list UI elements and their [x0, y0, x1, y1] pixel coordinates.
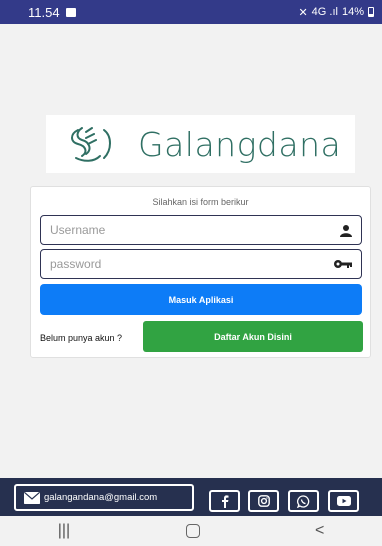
app-logo: Galangdana	[46, 115, 355, 173]
status-bar: 11.54 ✕ 4G .ıl 14%	[0, 0, 382, 24]
battery-level: 14%	[341, 6, 364, 18]
username-input[interactable]	[50, 223, 300, 237]
recent-apps-button[interactable]: |||	[58, 522, 70, 540]
password-field[interactable]	[40, 249, 362, 279]
email-link[interactable]: galangandana@gmail.com	[14, 484, 194, 511]
no-account-label: Belum punya akun ?	[40, 333, 123, 343]
mute-icon: ✕	[298, 6, 308, 19]
password-input[interactable]	[50, 257, 300, 271]
footer: galangandana@gmail.com	[0, 478, 382, 516]
message-icon	[65, 7, 76, 17]
logo-text: Galangdana	[138, 124, 342, 164]
login-button[interactable]: Masuk Aplikasi	[40, 284, 362, 315]
key-icon	[334, 260, 352, 268]
whatsapp-button[interactable]	[288, 490, 319, 512]
instagram-icon	[257, 495, 270, 507]
helping-hands-icon	[71, 127, 111, 162]
youtube-icon	[336, 496, 351, 506]
whatsapp-icon	[297, 494, 310, 508]
back-button[interactable]: <	[315, 522, 324, 540]
status-left: 11.54	[28, 5, 76, 20]
facebook-icon	[221, 494, 228, 508]
instagram-button[interactable]	[248, 490, 279, 512]
youtube-button[interactable]	[328, 490, 359, 512]
user-icon	[340, 224, 352, 237]
status-time: 11.54	[28, 4, 60, 20]
signal-icon: 4G .ıl	[311, 6, 338, 18]
status-right: ✕ 4G .ıl 14%	[298, 6, 374, 19]
android-nav-bar: ||| <	[0, 516, 382, 546]
mail-icon	[24, 491, 40, 504]
email-text: galangandana@gmail.com	[44, 492, 158, 503]
home-button[interactable]	[185, 524, 200, 538]
facebook-button[interactable]	[209, 490, 240, 512]
register-button[interactable]: Daftar Akun Disini	[143, 321, 363, 352]
login-card: Silahkan isi form berikur Masuk Aplikasi…	[30, 186, 371, 358]
battery-icon	[368, 7, 374, 17]
username-field[interactable]	[40, 215, 362, 245]
form-title: Silahkan isi form berikur	[152, 197, 249, 207]
